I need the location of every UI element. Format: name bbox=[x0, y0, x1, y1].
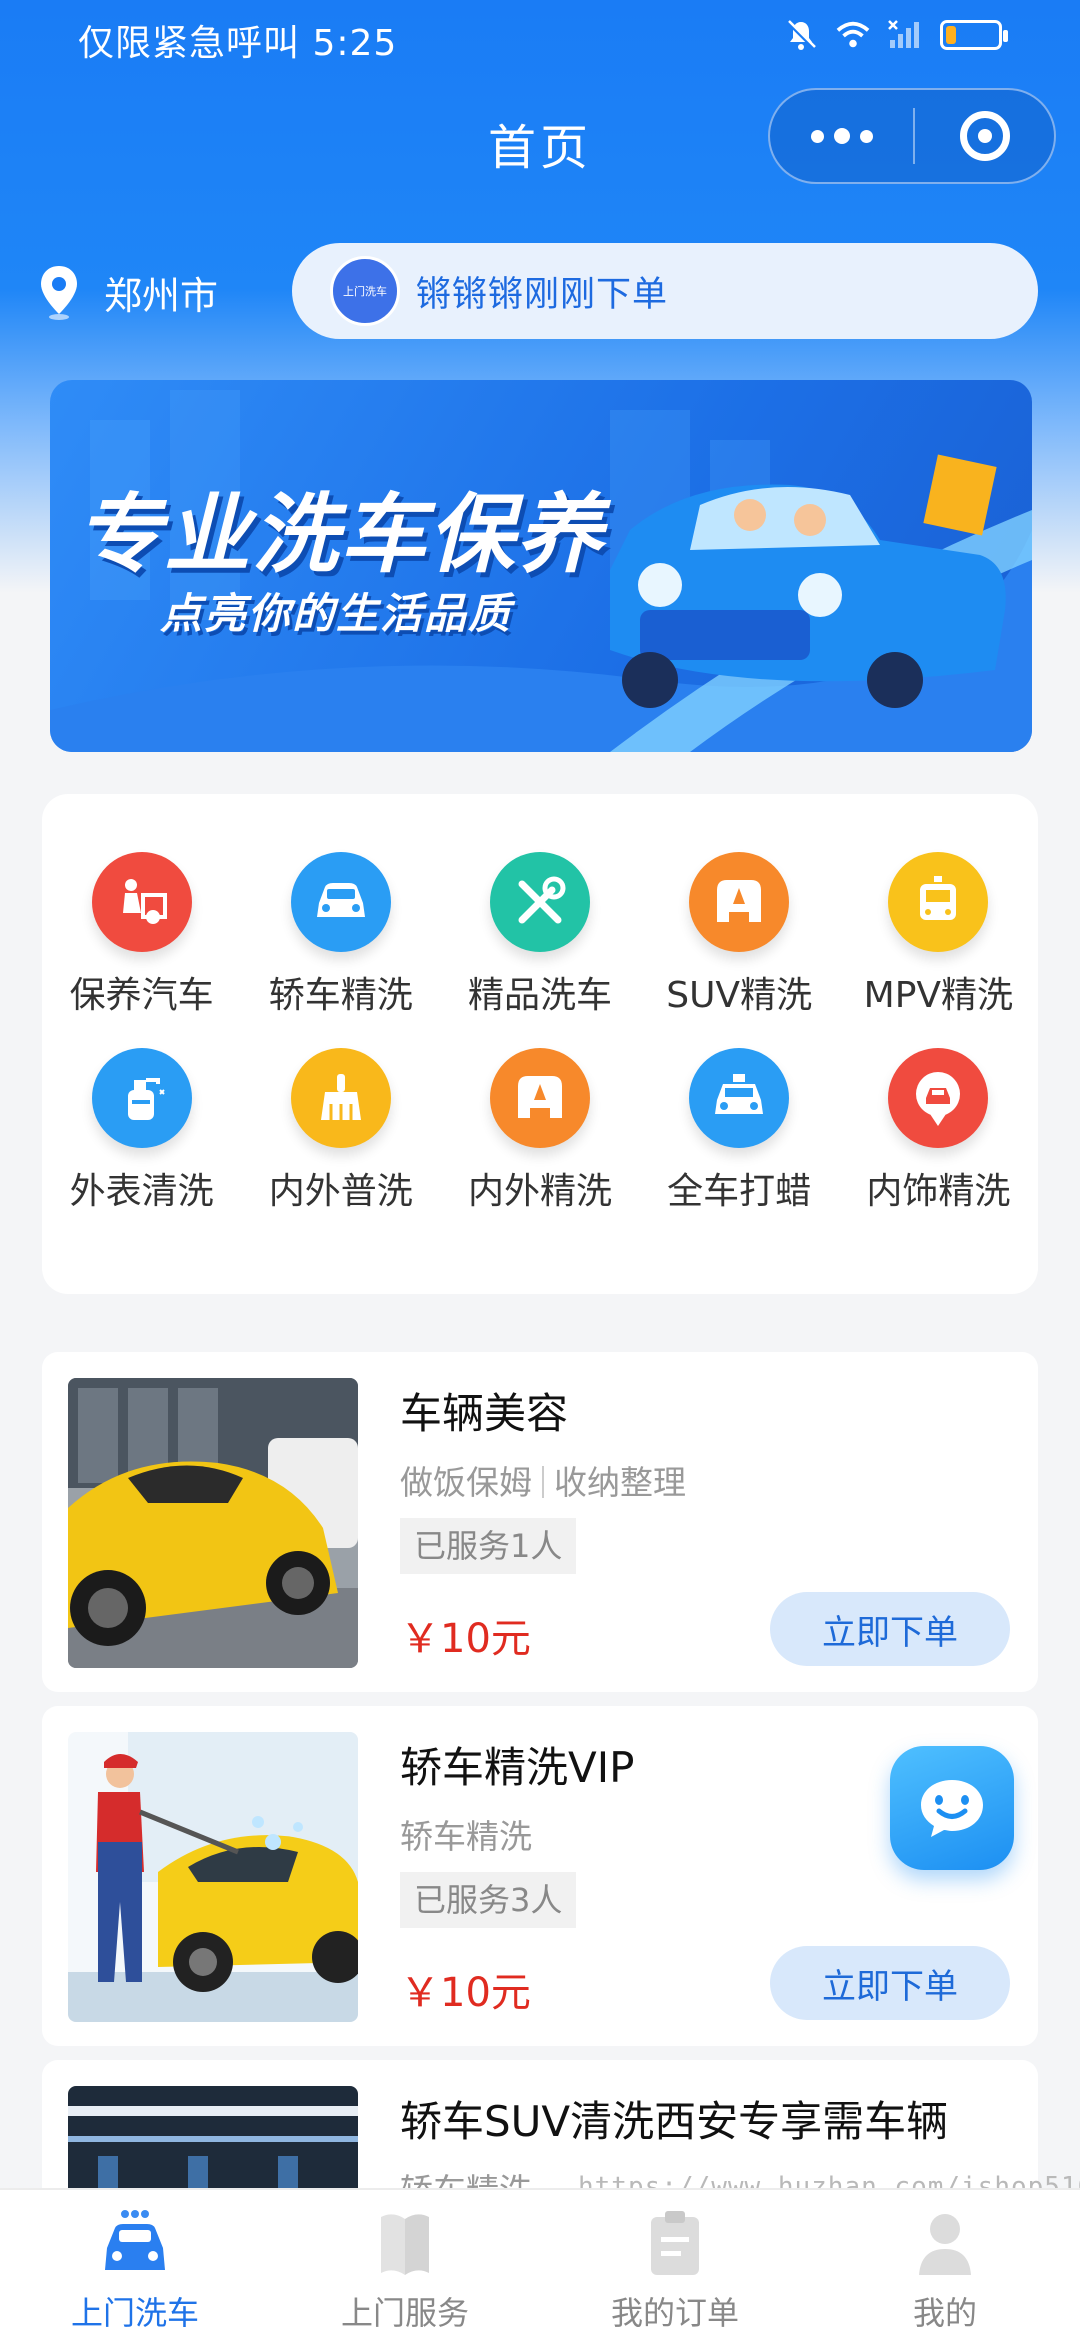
tab-label: 上门服务 bbox=[340, 2294, 469, 2332]
battery-icon bbox=[940, 20, 1008, 50]
product-tag: 轿车精洗 bbox=[400, 1817, 532, 1856]
spray-bottle-icon bbox=[91, 1048, 192, 1148]
user-icon bbox=[905, 2204, 985, 2284]
service-item[interactable]: 精品洗车 bbox=[440, 852, 639, 1018]
suv-icon bbox=[689, 852, 790, 952]
product-image bbox=[68, 1732, 358, 2022]
service-item[interactable]: 内外普洗 bbox=[241, 1048, 440, 1214]
ticker-text: 锵锵锵刚刚下单 bbox=[416, 274, 669, 315]
bottom-tab-bar: 上门洗车 上门服务 我的订单 我的 bbox=[0, 2188, 1080, 2340]
service-label: 轿车精洗 bbox=[268, 975, 413, 1016]
product-image bbox=[68, 1378, 358, 1668]
status-icons bbox=[784, 18, 1008, 52]
service-label: 保养汽车 bbox=[69, 975, 214, 1016]
mpv-icon bbox=[888, 852, 989, 952]
signal-off-icon bbox=[888, 18, 922, 52]
target-circle-icon[interactable] bbox=[915, 90, 1054, 182]
product-tag: 做饭保姆 bbox=[400, 1463, 532, 1502]
tab-my-orders[interactable]: 我的订单 bbox=[540, 2190, 810, 2340]
tag-divider bbox=[542, 1466, 544, 1498]
product-title: 轿车精洗VIP bbox=[400, 1743, 635, 1792]
clipboard-icon bbox=[635, 2204, 715, 2284]
product-price: ￥10元 bbox=[400, 1616, 531, 1662]
car-pin-icon bbox=[888, 1048, 989, 1148]
tab-label: 我的 bbox=[912, 2294, 977, 2332]
order-now-button[interactable]: 立即下单 bbox=[770, 1592, 1010, 1666]
product-tags: 做饭保姆 收纳整理 bbox=[400, 1456, 686, 1504]
mini-program-capsule bbox=[768, 88, 1056, 184]
avatar: 上门洗车 bbox=[330, 256, 400, 326]
battery-level bbox=[946, 26, 956, 44]
service-label: 内外普洗 bbox=[268, 1171, 413, 1212]
promo-banner[interactable]: 专业洗车保养 点亮你的生活品质 bbox=[50, 380, 1032, 752]
sedan-icon bbox=[290, 852, 391, 952]
tab-label: 上门洗车 bbox=[70, 2294, 199, 2332]
customer-service-button[interactable] bbox=[890, 1746, 1014, 1870]
status-carrier-time: 仅限紧急呼叫 5:25 bbox=[78, 23, 398, 64]
bell-mute-icon bbox=[784, 18, 818, 52]
service-label: 内外精洗 bbox=[467, 1171, 612, 1212]
product-title: 车辆美容 bbox=[400, 1389, 569, 1438]
brush-icon bbox=[290, 1048, 391, 1148]
service-item[interactable]: 外表清洗 bbox=[42, 1048, 241, 1214]
service-item[interactable]: MPV精洗 bbox=[839, 852, 1038, 1018]
product-tags: 轿车精洗 bbox=[400, 1810, 532, 1858]
service-item[interactable]: 内饰精洗 bbox=[839, 1048, 1038, 1214]
status-bar: 仅限紧急呼叫 5:25 bbox=[0, 0, 1080, 72]
product-card[interactable]: 车辆美容 做饭保姆 收纳整理 已服务1人 ￥10元 立即下单 bbox=[42, 1352, 1038, 1692]
chat-bubble-icon bbox=[921, 1780, 983, 1837]
service-item[interactable]: 保养汽车 bbox=[42, 852, 241, 1018]
book-icon bbox=[365, 2204, 445, 2284]
tab-label: 我的订单 bbox=[610, 2294, 739, 2332]
service-label: 外表清洗 bbox=[69, 1171, 214, 1212]
service-item[interactable]: 轿车精洗 bbox=[241, 852, 440, 1018]
service-item[interactable]: 全车打蜡 bbox=[640, 1048, 839, 1214]
product-tag: 收纳整理 bbox=[554, 1463, 686, 1502]
car-wash-icon bbox=[489, 1048, 590, 1148]
wifi-icon bbox=[836, 18, 870, 52]
served-count-badge: 已服务1人 bbox=[400, 1518, 577, 1574]
city-name: 郑州市 bbox=[104, 273, 219, 318]
tools-icon bbox=[489, 852, 590, 952]
car-wash-tab-icon bbox=[95, 2204, 175, 2284]
service-label: 全车打蜡 bbox=[667, 1171, 812, 1212]
product-card[interactable]: 轿车精洗VIP 轿车精洗 已服务3人 ￥10元 立即下单 bbox=[42, 1706, 1038, 2046]
product-price: ￥10元 bbox=[400, 1970, 531, 2016]
order-now-button[interactable]: 立即下单 bbox=[770, 1946, 1010, 2020]
location-selector[interactable]: 郑州市 bbox=[38, 264, 218, 320]
served-count-badge: 已服务3人 bbox=[400, 1872, 577, 1928]
tab-home-car-wash[interactable]: 上门洗车 bbox=[0, 2190, 270, 2340]
order-ticker: 上门洗车 锵锵锵刚刚下单 bbox=[292, 243, 1038, 339]
service-item[interactable]: SUV精洗 bbox=[640, 852, 839, 1018]
service-grid-card: 保养汽车 轿车精洗 精品洗车 SUV精洗 MPV精洗 外表清洗 内外普洗 内外精… bbox=[42, 794, 1038, 1294]
service-item[interactable]: 内外精洗 bbox=[440, 1048, 639, 1214]
tab-profile[interactable]: 我的 bbox=[810, 2190, 1080, 2340]
service-label: MPV精洗 bbox=[863, 975, 1014, 1016]
taxi-icon bbox=[689, 1048, 790, 1148]
service-label: 内饰精洗 bbox=[866, 1171, 1011, 1212]
location-pin-icon bbox=[41, 266, 77, 320]
car-maintenance-icon bbox=[91, 852, 192, 952]
more-dots-icon[interactable] bbox=[770, 90, 913, 182]
service-label: 精品洗车 bbox=[467, 975, 612, 1016]
service-grid: 保养汽车 轿车精洗 精品洗车 SUV精洗 MPV精洗 外表清洗 内外普洗 内外精… bbox=[42, 852, 1038, 1214]
tab-home-service[interactable]: 上门服务 bbox=[270, 2190, 540, 2340]
banner-title: 专业洗车保养 bbox=[76, 485, 604, 585]
banner-subtitle: 点亮你的生活品质 bbox=[160, 589, 513, 638]
product-title: 轿车SUV清洗西安专享需车辆 bbox=[400, 2097, 949, 2146]
service-label: SUV精洗 bbox=[666, 975, 813, 1016]
